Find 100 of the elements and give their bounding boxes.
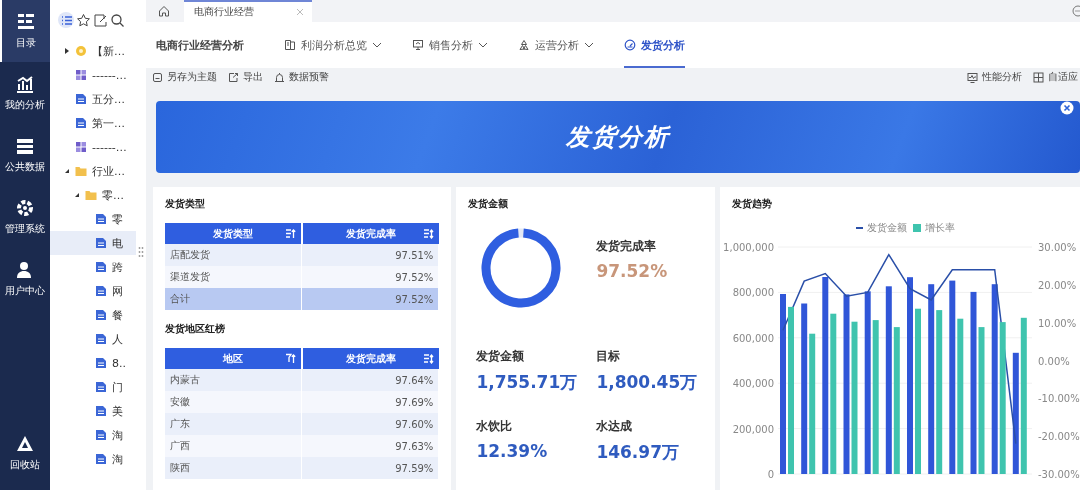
metric-label: 水达成 [596, 418, 634, 435]
column-header[interactable]: 发货完成率 [303, 348, 440, 369]
banner-title: 发货分析 [566, 122, 670, 153]
nav-item[interactable]: 管理系统 [0, 186, 50, 248]
close-icon [296, 8, 304, 16]
toolbar-button[interactable]: 导出 [228, 70, 263, 84]
page-title: 电商行业经营分析 [156, 37, 244, 53]
menu-tab[interactable]: 销售分析 [412, 22, 488, 68]
toolbar-button[interactable]: 性能分析 [967, 70, 1022, 84]
folder-icon [85, 189, 97, 201]
tree-item[interactable]: 行业… [50, 159, 136, 183]
section-title: 发货地区红榜 [165, 322, 226, 336]
toolbar-button[interactable]: 自适应 [1033, 70, 1078, 84]
tree-item[interactable]: 零 [50, 207, 136, 231]
table-cell: 97.59% [302, 457, 440, 479]
document-icon [95, 333, 107, 345]
tree-item[interactable]: 餐 [50, 303, 136, 327]
tree-item[interactable]: ------… [50, 135, 136, 159]
menu-tab[interactable]: 利润分析总览 [284, 22, 382, 68]
sort-icon [285, 228, 297, 239]
document-icon [95, 381, 107, 393]
document-icon [95, 309, 107, 321]
tree-item[interactable]: 网 [50, 279, 136, 303]
tree-item[interactable]: ------… [50, 63, 136, 87]
folder-icon [75, 165, 87, 177]
nav-item[interactable]: 目录 [0, 0, 50, 62]
save-icon [152, 71, 163, 83]
bell-icon [274, 71, 285, 83]
axis-label: 10.00% [1038, 317, 1077, 329]
nav-item[interactable]: 回收站 [0, 422, 50, 484]
export-icon [228, 71, 239, 83]
menu-tab[interactable]: 运营分析 [518, 22, 594, 68]
bulb-icon [75, 45, 87, 57]
legend-item[interactable]: 发货金额 [856, 221, 908, 235]
search-icon[interactable] [109, 12, 125, 28]
drag-handle-icon [138, 246, 144, 258]
nav-item[interactable]: 公共数据 [0, 124, 50, 186]
section-title: 发货趋势 [732, 197, 773, 211]
tree-item[interactable]: 门 [50, 375, 136, 399]
database-icon [16, 136, 34, 155]
tree-item[interactable]: 跨 [50, 255, 136, 279]
nav-item[interactable]: 用户中心 [0, 248, 50, 310]
more-icon [1072, 5, 1080, 17]
metric-label: 目标 [596, 348, 622, 365]
document-icon [95, 213, 107, 225]
legend-item[interactable]: 增长率 [913, 221, 956, 235]
tree-item[interactable]: 电 [50, 231, 136, 255]
gauge-icon [624, 39, 636, 51]
tree-item[interactable]: 人 [50, 327, 136, 351]
document-icon [95, 453, 107, 465]
metric-label: 水饮比 [476, 418, 514, 435]
gear-icon [16, 198, 34, 217]
tree-item[interactable]: 【新… [50, 39, 136, 63]
metric-value: 146.97万 [596, 441, 680, 464]
user-icon [16, 260, 34, 279]
toolbar-button[interactable]: 数据预警 [274, 70, 329, 84]
table-cell: 97.52% [302, 288, 440, 310]
axis-label: 0 [767, 469, 774, 480]
tree-item[interactable]: 五分… [50, 87, 136, 111]
triangle-icon [16, 434, 34, 453]
tree-item[interactable]: 8.. [50, 351, 136, 375]
menu-tab[interactable]: 发货分析 [624, 22, 685, 68]
metric-value: 1,800.45万 [596, 371, 699, 394]
catalog-icon [17, 12, 35, 31]
document-icon [95, 237, 107, 249]
column-header[interactable]: 发货完成率 [303, 223, 440, 244]
monitor-icon [412, 39, 424, 51]
bar-chart-icon [16, 74, 34, 93]
axis-label: 400,000 [732, 378, 774, 390]
tab[interactable]: 电商行业经营 [184, 0, 312, 22]
tree-item[interactable]: 零… [50, 183, 136, 207]
table-cell: 陕西 [165, 457, 303, 479]
section-title: 发货金额 [468, 197, 510, 211]
grid-icon [75, 69, 87, 81]
metric-label: 发货完成率 [596, 238, 658, 255]
star-icon[interactable] [75, 12, 91, 28]
list-icon[interactable] [58, 12, 74, 28]
edit-icon[interactable] [92, 12, 108, 28]
axis-label: 30.00% [1038, 242, 1077, 253]
metric-value: 97.52% [596, 261, 669, 281]
filter-sort-icon [285, 353, 297, 364]
metric-value: 1,755.71万 [476, 371, 579, 394]
document-icon [95, 429, 107, 441]
sort-icon [423, 353, 435, 364]
tree-item[interactable]: 美 [50, 399, 136, 423]
document-icon [75, 117, 87, 129]
axis-label: 200,000 [732, 423, 774, 435]
layout-icon [1033, 71, 1044, 83]
document-icon [95, 285, 107, 297]
book-icon [284, 39, 296, 51]
axis-label: 0.00% [1038, 355, 1070, 367]
tree-item[interactable]: 第一… [50, 111, 136, 135]
nav-item[interactable]: 我的分析 [0, 62, 50, 124]
document-icon [95, 357, 107, 369]
pulse-icon [967, 71, 978, 83]
section-title: 发货类型 [165, 197, 206, 211]
tree-item[interactable]: 淘 [50, 423, 136, 447]
toolbar-button[interactable]: 另存为主题 [152, 70, 217, 84]
axis-label: 600,000 [732, 332, 774, 344]
tree-item[interactable]: 淘 [50, 447, 136, 471]
